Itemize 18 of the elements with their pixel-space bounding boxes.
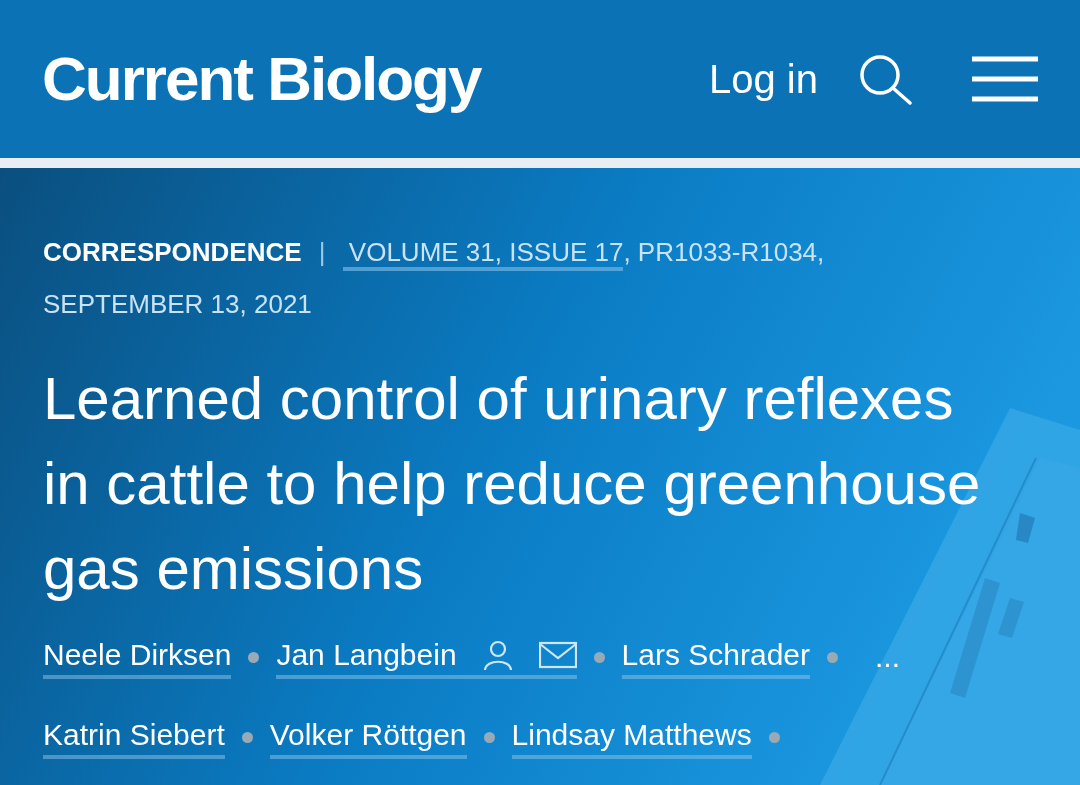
login-link[interactable]: Log in <box>709 59 818 99</box>
publication-date: SEPTEMBER 13, 2021 <box>43 289 312 319</box>
mail-icon[interactable] <box>538 641 577 669</box>
volume-issue-link[interactable]: VOLUME 31, ISSUE 17 <box>342 237 624 271</box>
article-title: Learned control of urinary reflexes in cattle to help reduce greenhouse gas emissions <box>43 364 982 604</box>
article-type: CORRESPONDENCE <box>43 237 302 267</box>
menu-icon[interactable] <box>972 56 1038 102</box>
separator: | <box>318 237 326 267</box>
author-link[interactable]: Volker Röttgen <box>269 715 467 759</box>
more-authors-button[interactable]: ... <box>875 637 901 677</box>
page-range: , PR1033-R1034, <box>623 237 825 267</box>
author-link[interactable]: Lars Schrader <box>621 635 811 679</box>
author-link[interactable]: Lindsay Matthews <box>511 715 752 759</box>
person-icon[interactable] <box>482 639 513 671</box>
search-icon[interactable] <box>858 53 914 105</box>
author-link[interactable]: Neele Dirksen <box>43 635 232 679</box>
author-link[interactable]: Katrin Siebert <box>43 715 225 759</box>
author-name: Jan Langbein <box>276 637 457 673</box>
